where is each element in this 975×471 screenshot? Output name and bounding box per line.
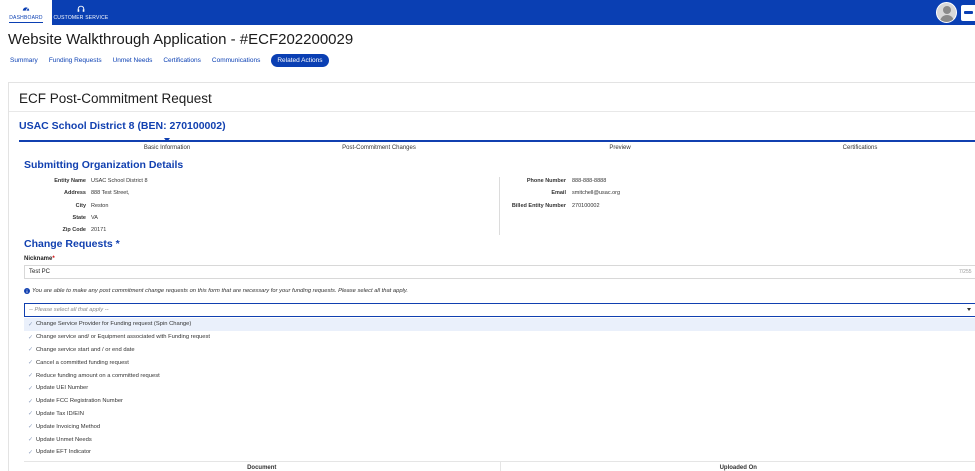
stepper-current-marker (164, 138, 170, 142)
change-requests-heading: Change Requests * (24, 238, 120, 250)
option-label: Change Service Provider for Funding requ… (36, 321, 192, 328)
option-label: Change service and/ or Equipment associa… (36, 334, 211, 341)
option-spin-change[interactable]: ✓ Change Service Provider for Funding req… (24, 318, 975, 331)
step-preview[interactable]: Preview (609, 145, 630, 151)
documents-table-header: Document Uploaded On (24, 461, 975, 471)
option-label: Change service start and / or end date (36, 346, 135, 353)
option-label: Update UEI Number (36, 385, 89, 392)
check-icon: ✓ (28, 437, 34, 444)
dashboard-label: DASHBOARD (9, 14, 43, 21)
org-details-heading: Submitting Organization Details (24, 159, 184, 171)
tab-summary[interactable]: Summary (10, 57, 38, 64)
card-title: ECF Post-Commitment Request (19, 91, 212, 106)
email-label: Email (551, 190, 566, 196)
option-label: Update Tax ID/EIN (36, 410, 84, 417)
phone-number-value: 888-888-8888 (572, 178, 607, 184)
gauge-icon (22, 6, 30, 11)
nickname-input[interactable]: Test PC (24, 265, 975, 279)
headset-icon (77, 5, 85, 12)
address-label: Address (63, 190, 86, 196)
option-label: Update Unmet Needs (36, 436, 92, 443)
tab-certifications[interactable]: Certifications (163, 57, 201, 64)
nickname-label-text: Nickname (24, 256, 53, 262)
state-label: State (72, 215, 86, 221)
option-update-invoicing-method[interactable]: ✓ Update Invoicing Method (24, 420, 975, 433)
info-text: You are able to make any post commitment… (32, 288, 408, 294)
dashboard-nav-button[interactable]: DASHBOARD (0, 0, 52, 25)
option-reduce-funding[interactable]: ✓ Reduce funding amount on a committed re… (24, 369, 975, 382)
option-change-service-equipment[interactable]: ✓ Change service and/ or Equipment associ… (24, 331, 975, 344)
required-mark: * (52, 256, 55, 262)
zip-code-label: Zip Code (62, 227, 86, 233)
active-underline (9, 22, 43, 23)
avatar-head (943, 6, 951, 14)
phone-number-label: Phone Number (526, 178, 566, 184)
tab-communications[interactable]: Communications (212, 57, 260, 64)
option-label: Cancel a committed funding request (36, 359, 129, 366)
org-details-divider (499, 177, 500, 235)
address-value: 888 Test Street, (91, 190, 130, 196)
option-cancel-funding-request[interactable]: ✓ Cancel a committed funding request (24, 356, 975, 369)
option-update-eft-indicator[interactable]: ✓ Update EFT Indicator (24, 446, 975, 459)
change-type-multiselect[interactable]: -- Please select all that apply -- (24, 303, 975, 317)
multiselect-placeholder: -- Please select all that apply -- (29, 307, 109, 313)
customer-service-label: CUSTOMER SERVICE (53, 14, 109, 21)
check-icon: ✓ (28, 321, 34, 328)
tab-funding-requests[interactable]: Funding Requests (49, 57, 102, 64)
option-label: Reduce funding amount on a committed req… (36, 372, 160, 379)
post-commitment-card: ECF Post-Commitment Request USAC School … (8, 82, 975, 471)
info-message: i You are able to make any post commitme… (24, 288, 408, 294)
avatar-body (940, 15, 954, 22)
option-label: Update Invoicing Method (36, 423, 101, 430)
step-post-commitment-changes[interactable]: Post-Commitment Changes (342, 145, 416, 151)
email-value: smitchell@usac.org (572, 190, 621, 196)
check-icon: ✓ (28, 449, 34, 456)
step-certifications[interactable]: Certifications (843, 145, 878, 151)
nickname-label: Nickname* (24, 256, 55, 262)
top-nav-bar: DASHBOARD CUSTOMER SERVICE (0, 0, 975, 25)
check-icon: ✓ (28, 424, 34, 431)
billed-entity-number-label: Billed Entity Number (511, 203, 566, 209)
check-icon: ✓ (28, 347, 34, 354)
divider (9, 111, 975, 112)
zip-code-value: 20171 (91, 227, 107, 233)
check-icon: ✓ (28, 373, 34, 380)
option-update-uei[interactable]: ✓ Update UEI Number (24, 382, 975, 395)
stepper-progress-line (19, 140, 975, 142)
check-icon: ✓ (28, 360, 34, 367)
page-title: Website Walkthrough Application - #ECF20… (8, 31, 354, 48)
entity-name-value: USAC School District 8 (91, 178, 148, 184)
user-avatar[interactable] (936, 2, 957, 23)
check-icon: ✓ (28, 385, 34, 392)
usac-logo-icon[interactable] (961, 5, 975, 21)
city-label: City (75, 203, 86, 209)
entity-heading: USAC School District 8 (BEN: 270100002) (19, 120, 226, 132)
check-icon: ✓ (28, 334, 34, 341)
entity-name-label: Entity Name (54, 178, 86, 184)
option-update-unmet-needs[interactable]: ✓ Update Unmet Needs (24, 433, 975, 446)
column-uploaded-on[interactable]: Uploaded On (501, 462, 975, 471)
step-basic-information[interactable]: Basic Information (144, 145, 190, 151)
application-tabs: Summary Funding Requests Unmet Needs Cer… (10, 53, 329, 67)
column-document[interactable]: Document (24, 462, 501, 471)
customer-service-nav-button[interactable]: CUSTOMER SERVICE (52, 0, 110, 25)
check-icon: ✓ (28, 398, 34, 405)
info-icon: i (24, 288, 30, 294)
state-value: VA (91, 215, 98, 221)
change-type-options-list: ✓ Change Service Provider for Funding req… (24, 318, 975, 459)
nickname-char-count: 7/255 (959, 269, 972, 275)
tab-related-actions[interactable]: Related Actions (271, 53, 329, 67)
tab-unmet-needs[interactable]: Unmet Needs (113, 57, 153, 64)
city-value: Reston (91, 203, 109, 209)
option-change-service-dates[interactable]: ✓ Change service start and / or end date (24, 344, 975, 357)
option-update-fcc-registration[interactable]: ✓ Update FCC Registration Number (24, 395, 975, 408)
option-label: Update FCC Registration Number (36, 398, 123, 405)
billed-entity-number-value: 270100002 (572, 203, 600, 209)
check-icon: ✓ (28, 411, 34, 418)
option-label: Update EFT Indicator (36, 449, 91, 456)
caret-down-icon[interactable] (967, 308, 971, 311)
option-update-tax-id[interactable]: ✓ Update Tax ID/EIN (24, 408, 975, 421)
